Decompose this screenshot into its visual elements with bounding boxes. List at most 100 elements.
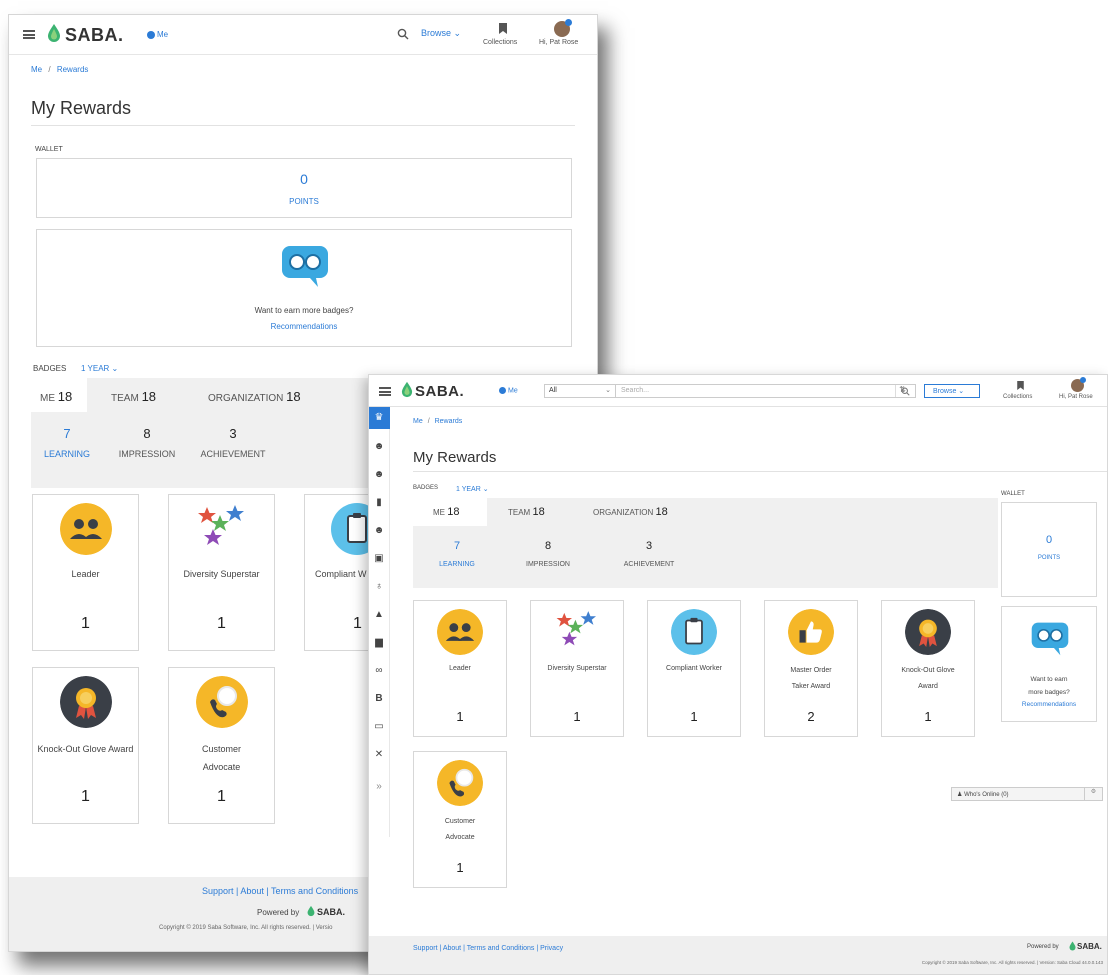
search-icon[interactable]: [397, 28, 409, 40]
badge-card-knock-out-glove[interactable]: Knock-Out Glove Award 1: [32, 667, 139, 824]
stars-icon: [556, 611, 596, 646]
user-search-icon[interactable]: ☻: [373, 469, 385, 481]
phone-icon: [437, 760, 483, 806]
subtab-achievement[interactable]: 3 ACHIEVEMENT: [609, 540, 689, 568]
search-input[interactable]: Search...: [616, 384, 916, 398]
recommendations-link[interactable]: Recommendations: [37, 322, 571, 331]
user-greeting: Hi, Pat Rose: [539, 39, 579, 46]
menu-icon[interactable]: [379, 387, 391, 396]
bookmark-icon[interactable]: ▮: [373, 497, 385, 509]
breadcrumb: Me / Rewards: [413, 418, 463, 425]
subtab-impression[interactable]: 8 IMPRESSION: [515, 540, 581, 568]
title-divider: [31, 125, 575, 126]
scope-select[interactable]: All ⌄: [544, 384, 616, 398]
period-select[interactable]: 1 YEAR ⌄: [456, 485, 489, 493]
me-link[interactable]: Me: [499, 387, 518, 394]
tab-me[interactable]: ME 18: [31, 378, 87, 412]
monitor-icon[interactable]: ▭: [373, 721, 385, 733]
powered-by: Powered by: [257, 908, 300, 917]
badge-name: Knock-Out Glove Award: [37, 744, 134, 754]
saba-logo-icon: [48, 24, 60, 42]
people-icon: ♟: [957, 792, 963, 798]
medal-icon: [59, 676, 112, 728]
phone-icon: [195, 676, 248, 728]
breadcrumb-rewards[interactable]: Rewards: [435, 418, 463, 425]
breadcrumb-rewards[interactable]: Rewards: [57, 65, 89, 74]
title-divider: [413, 471, 1107, 472]
whos-online-bar[interactable]: ♟ Who's Online (0) ⚙: [951, 787, 1103, 801]
badge-icon[interactable]: ▣: [373, 553, 385, 565]
subtab-achievement[interactable]: 3 ACHIEVEMENT: [195, 426, 271, 459]
bookmark-icon: [499, 23, 507, 34]
tab-team[interactable]: TEAM 18: [111, 389, 156, 404]
leader-icon: [437, 609, 483, 655]
link-icon[interactable]: ∞: [373, 665, 385, 677]
earn-badges-text: Want to earn more badges?: [1028, 676, 1070, 696]
brand-name[interactable]: SABA.: [65, 25, 124, 46]
chevron-down-icon: ⌄: [453, 28, 462, 38]
subtab-learning[interactable]: 7 LEARNING: [427, 540, 487, 568]
subtab-impression[interactable]: 8 IMPRESSION: [115, 426, 179, 459]
chevron-down-icon: ⌄: [482, 486, 489, 493]
tab-me[interactable]: ME 18: [413, 498, 487, 526]
badge-card-diversity-superstar[interactable]: Diversity Superstar 1: [168, 494, 275, 651]
footer-links[interactable]: Support | About | Terms and Conditions: [202, 886, 358, 896]
settings-icon[interactable]: ⚙: [1084, 788, 1102, 800]
medal-icon: [905, 609, 951, 655]
breadcrumb-me[interactable]: Me: [413, 418, 423, 425]
badge-card-leader[interactable]: Leader 1: [413, 600, 507, 737]
browse-menu[interactable]: Browse ⌄: [421, 28, 461, 39]
copyright: Copyright © 2019 Saba Software, Inc. All…: [159, 925, 333, 931]
filter-icon[interactable]: ⇅: [895, 385, 909, 397]
warning-icon[interactable]: ▲: [373, 609, 385, 621]
points-label[interactable]: POINTS: [1002, 555, 1096, 561]
network-icon[interactable]: ✕: [373, 749, 385, 761]
saba-logo-icon: [307, 905, 315, 917]
people-icon[interactable]: ☻: [373, 525, 385, 537]
badge-card-leader[interactable]: Leader 1: [32, 494, 139, 651]
badge-card-customer-advocate[interactable]: Customer Advocate 1: [413, 751, 507, 888]
browse-menu[interactable]: Browse ⌄: [924, 384, 980, 398]
user-chat-icon[interactable]: ☻: [373, 441, 385, 453]
points-label[interactable]: POINTS: [37, 197, 571, 206]
me-link[interactable]: Me: [147, 30, 168, 39]
wallet-label: WALLET: [35, 146, 63, 153]
info-icon: [147, 30, 155, 39]
expand-icon[interactable]: »: [373, 781, 385, 793]
wallet-card: 0 POINTS: [36, 158, 572, 218]
tab-organization[interactable]: ORGANIZATION 18: [208, 389, 301, 404]
points-value: 0: [300, 171, 308, 187]
chevron-down-icon: ⌄: [958, 388, 965, 395]
notification-badge: [1080, 377, 1086, 383]
lightbulb-icon[interactable]: ♁: [373, 581, 385, 593]
document-icon[interactable]: ▆: [373, 637, 385, 649]
collections-link[interactable]: Collections: [1003, 394, 1032, 400]
collections-link[interactable]: Collections: [483, 39, 517, 46]
recommendation-card: Want to earn more badges? Recommendation…: [36, 229, 572, 347]
recommendations-link[interactable]: Recommendations: [1002, 701, 1096, 708]
badge-card-customer-advocate[interactable]: Customer Advocate 1: [168, 667, 275, 824]
badges-label: BADGES: [33, 364, 67, 373]
menu-icon[interactable]: [23, 30, 35, 39]
subtab-learning[interactable]: 7 LEARNING: [39, 426, 95, 459]
robot-chat-icon: [1031, 622, 1069, 656]
earn-badges-text: Want to earn more badges?: [254, 306, 354, 315]
footer-brand: SABA.: [317, 907, 346, 917]
badge-card-compliant-worker[interactable]: Compliant Worker 1: [647, 600, 741, 737]
brand-name[interactable]: SABA.: [415, 383, 464, 400]
stars-icon: [198, 505, 244, 545]
tab-organization[interactable]: ORGANIZATION 18: [593, 506, 668, 518]
tab-team[interactable]: TEAM 18: [508, 506, 545, 518]
breadcrumb-me[interactable]: Me: [31, 65, 42, 74]
top-navbar: SABA. Me Browse ⌄ Collections Hi, Pat Ro…: [9, 15, 597, 55]
period-select[interactable]: 1 YEAR ⌄: [81, 364, 118, 373]
chevron-down-icon: ⌄: [111, 364, 119, 373]
badge-card-diversity-superstar[interactable]: Diversity Superstar 1: [530, 600, 624, 737]
b-icon[interactable]: B: [373, 693, 385, 705]
badge-tabs-panel: ME 18 TEAM 18 ORGANIZATION 18 7 LEARNING…: [413, 498, 998, 588]
badge-card-knock-out-glove[interactable]: Knock-Out Glove Award 1: [881, 600, 975, 737]
badge-card-master-order-taker[interactable]: Master Order Taker Award 2: [764, 600, 858, 737]
breadcrumb: Me / Rewards: [31, 65, 89, 74]
robot-chat-icon: [282, 246, 328, 287]
footer-links[interactable]: Support | About | Terms and Conditions |…: [413, 945, 563, 952]
